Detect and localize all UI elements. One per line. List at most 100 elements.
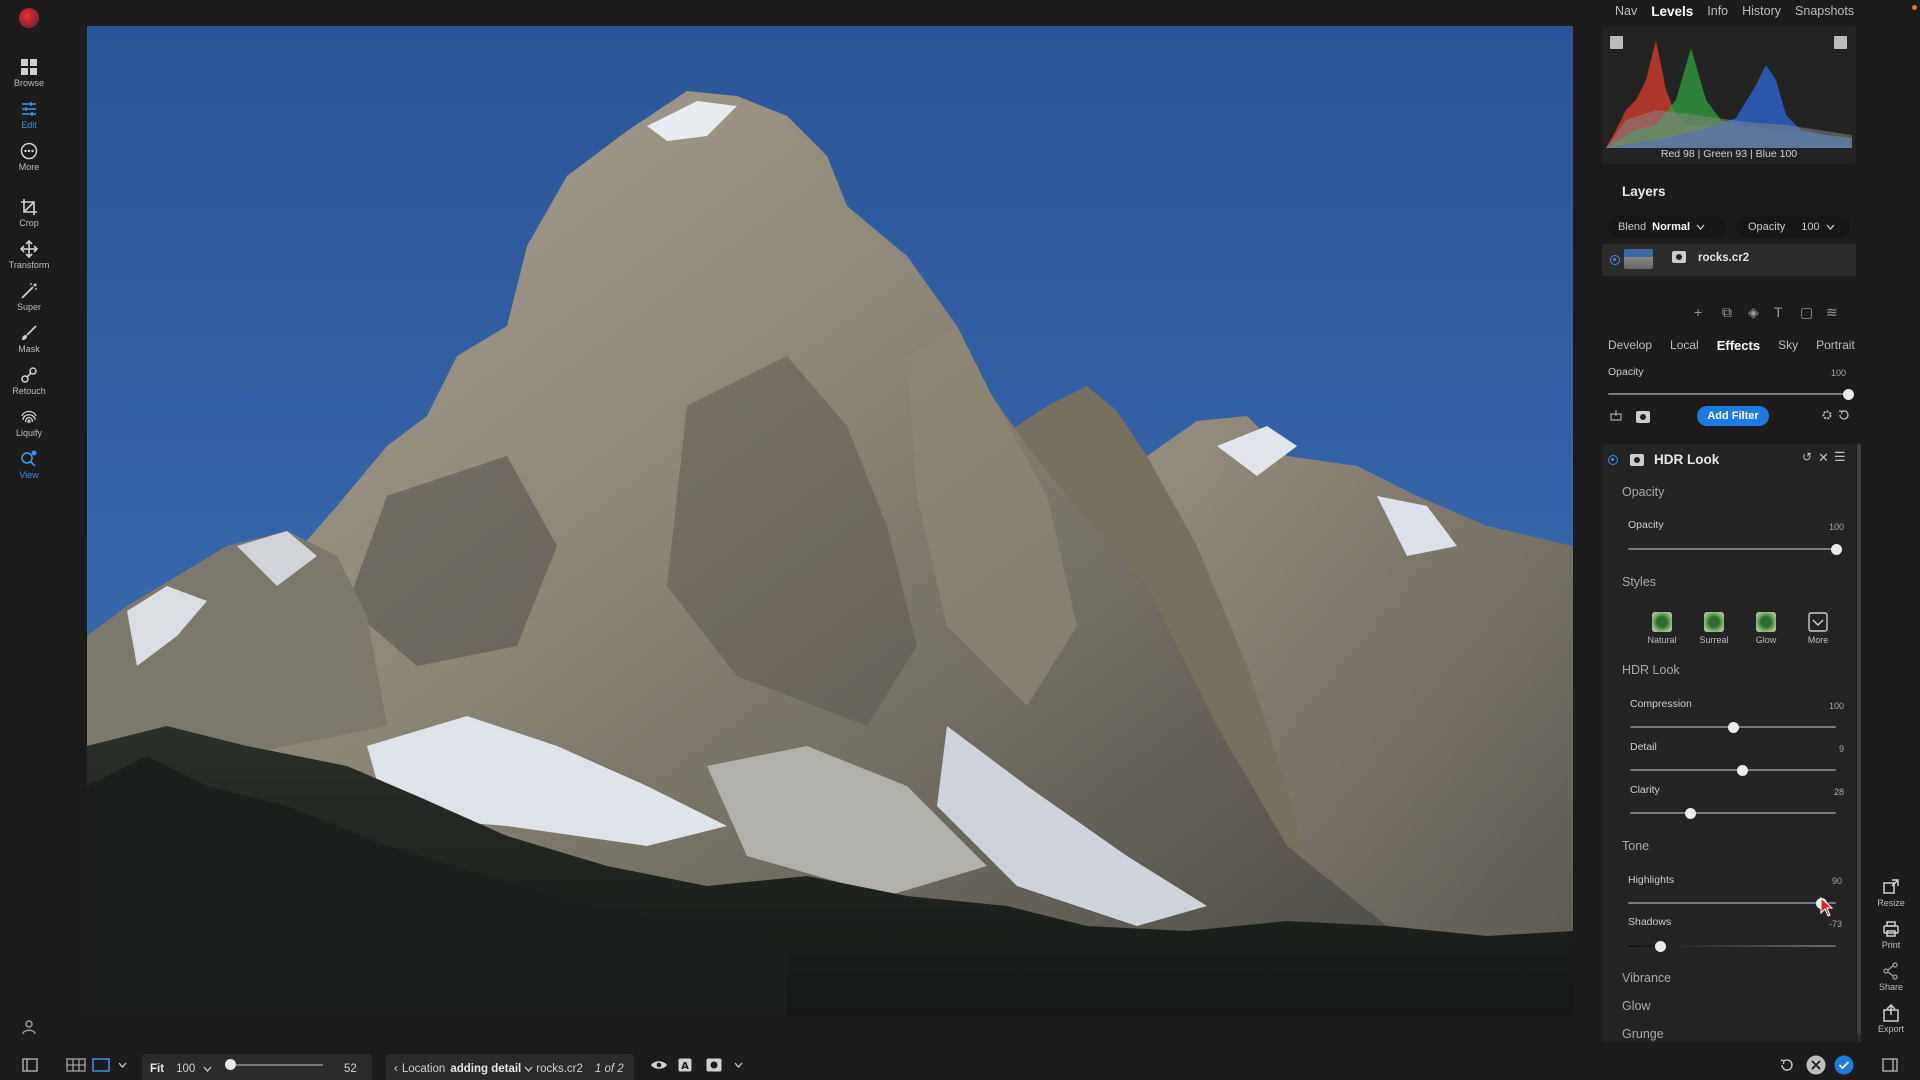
gear-icon[interactable] <box>1821 409 1833 421</box>
effects-mask-icon[interactable] <box>1636 411 1650 423</box>
mask-view-button[interactable] <box>706 1050 722 1080</box>
group-grunge[interactable]: Grunge <box>1622 1027 1664 1041</box>
effects-opacity-slider[interactable] <box>1608 389 1854 400</box>
undo-button[interactable] <box>1780 1050 1794 1080</box>
location-value[interactable]: adding detail <box>450 1063 521 1075</box>
tool-mask[interactable]: Mask <box>0 324 58 354</box>
tool-super[interactable]: Super <box>0 282 58 312</box>
tool-liquify[interactable]: Liquify <box>0 408 58 438</box>
duplicate-layer-icon[interactable]: ⧉ <box>1722 304 1732 321</box>
style-natural[interactable]: Natural <box>1642 612 1682 645</box>
style-glow[interactable]: Glow <box>1746 612 1786 645</box>
slider-knob[interactable] <box>1843 389 1854 400</box>
export-filter-icon[interactable] <box>1610 409 1622 421</box>
delete-layer-icon[interactable]: ▢ <box>1800 304 1813 321</box>
layer-mask-icon[interactable] <box>1672 251 1686 263</box>
tab-develop[interactable]: Develop <box>1602 336 1661 358</box>
chevron-down-icon[interactable] <box>524 1066 533 1072</box>
tool-retouch[interactable]: Retouch <box>0 366 58 396</box>
group-vibrance[interactable]: Vibrance <box>1622 971 1671 985</box>
tab-info[interactable]: Info <box>1700 0 1735 24</box>
filmstrip-button[interactable] <box>66 1050 86 1080</box>
tool-label: Crop <box>19 218 39 228</box>
slider-knob[interactable] <box>1737 765 1749 776</box>
highlights-value: 90 <box>1831 876 1842 886</box>
apply-button[interactable] <box>1834 1050 1854 1080</box>
filter-scrollbar[interactable] <box>1857 444 1861 1042</box>
filter-opacity-value: 100 <box>1828 522 1844 532</box>
layers-stack-icon[interactable]: ≋ <box>1826 304 1838 321</box>
compression-label: Compression <box>1630 698 1692 710</box>
view-mode-dropdown[interactable] <box>118 1050 127 1080</box>
chevron-down-icon[interactable] <box>203 1066 212 1072</box>
detail-slider[interactable] <box>1630 765 1836 776</box>
add-layer-icon[interactable]: + <box>1694 304 1702 320</box>
print-button[interactable]: Print <box>1862 920 1920 950</box>
tool-browse[interactable]: Browse <box>0 58 58 88</box>
tool-extensions[interactable] <box>0 1018 58 1038</box>
tab-levels[interactable]: Levels <box>1644 0 1700 24</box>
single-view-button[interactable] <box>92 1050 110 1080</box>
highlights-slider[interactable] <box>1628 898 1836 909</box>
slider-knob[interactable] <box>1728 722 1739 733</box>
share-button[interactable]: Share <box>1862 962 1920 992</box>
tool-crop[interactable]: Crop <box>0 198 58 228</box>
slider-knob[interactable] <box>1831 544 1842 555</box>
export-button[interactable]: Export <box>1862 1004 1920 1034</box>
tab-local[interactable]: Local <box>1661 336 1708 358</box>
filter-close-icon[interactable]: ✕ <box>1818 450 1829 466</box>
toggle-left-panel-button[interactable] <box>22 1050 38 1080</box>
layer-row[interactable]: rocks.cr2 <box>1602 244 1856 276</box>
compression-slider[interactable] <box>1630 722 1836 733</box>
tab-effects[interactable]: Effects <box>1708 336 1769 358</box>
slider-knob[interactable] <box>1655 941 1667 952</box>
layer-visibility-icon[interactable] <box>1610 255 1620 265</box>
group-tone[interactable]: Tone <box>1622 839 1649 853</box>
group-hdr-look[interactable]: HDR Look <box>1622 663 1680 677</box>
mask-view-dropdown[interactable] <box>734 1050 743 1080</box>
tab-history[interactable]: History <box>1735 0 1788 24</box>
group-glow[interactable]: Glow <box>1622 999 1650 1013</box>
slider-knob[interactable] <box>1684 808 1696 819</box>
group-opacity[interactable]: Opacity <box>1622 485 1664 499</box>
toggle-right-panel-button[interactable] <box>1882 1050 1898 1080</box>
zoom-slider-knob[interactable] <box>225 1059 236 1070</box>
layer-opacity-label: Opacity <box>1748 221 1786 233</box>
chevron-left-icon[interactable]: ‹ <box>394 1063 398 1075</box>
fill-layer-icon[interactable]: ◈ <box>1748 304 1759 321</box>
group-styles[interactable]: Styles <box>1622 575 1656 589</box>
style-surreal[interactable]: Surreal <box>1694 612 1734 645</box>
tab-snapshots[interactable]: Snapshots <box>1788 0 1861 24</box>
text-layer-icon[interactable]: T <box>1774 304 1783 320</box>
cancel-button[interactable] <box>1806 1050 1826 1080</box>
tool-view[interactable]: View <box>0 450 58 480</box>
tool-more[interactable]: More <box>0 142 58 172</box>
filter-mask-icon[interactable] <box>1630 454 1644 466</box>
right-panel: Nav Levels Info History Snapshots Red 98… <box>1596 0 1862 1042</box>
tool-transform[interactable]: Transform <box>0 240 58 270</box>
auto-button[interactable]: A <box>678 1050 692 1080</box>
image-canvas[interactable] <box>87 26 1573 1016</box>
reset-icon[interactable] <box>1838 409 1850 421</box>
preview-button[interactable] <box>650 1050 668 1080</box>
scrollbar-thumb[interactable] <box>1857 444 1861 1034</box>
style-more[interactable]: More <box>1798 612 1838 645</box>
shadows-slider[interactable] <box>1628 941 1836 952</box>
filter-reset-icon[interactable]: ↺ <box>1802 450 1812 464</box>
zoom-slider[interactable] <box>227 1064 323 1066</box>
zoom-value[interactable]: 100 <box>176 1063 195 1075</box>
fit-button[interactable]: Fit <box>150 1063 164 1075</box>
filter-opacity-slider[interactable] <box>1628 544 1842 555</box>
tab-portrait[interactable]: Portrait <box>1807 336 1864 358</box>
filter-visibility-icon[interactable] <box>1608 455 1618 465</box>
clarity-slider[interactable] <box>1630 808 1836 819</box>
resize-button[interactable]: Resize <box>1862 878 1920 908</box>
tool-edit[interactable]: Edit <box>0 100 58 130</box>
layer-opacity-dropdown[interactable]: Opacity 100 <box>1736 216 1850 238</box>
tab-nav[interactable]: Nav <box>1608 0 1644 24</box>
add-filter-button[interactable]: Add Filter <box>1697 406 1769 426</box>
extensions-icon <box>22 1020 36 1035</box>
blend-dropdown[interactable]: Blend Normal <box>1608 216 1726 238</box>
tab-sky[interactable]: Sky <box>1769 336 1807 358</box>
filter-menu-icon[interactable]: ☰ <box>1834 449 1846 465</box>
